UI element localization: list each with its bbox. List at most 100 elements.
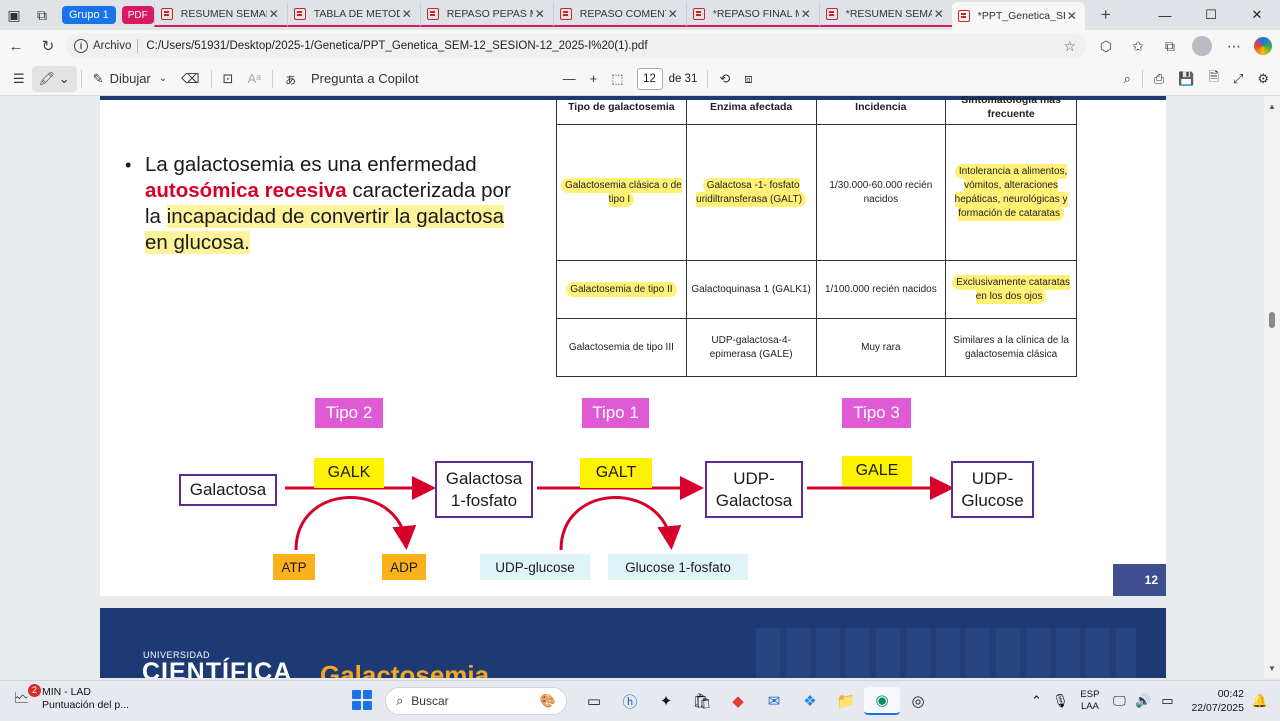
highlight-icon[interactable]: 🖍 ⌄: [31, 65, 77, 92]
maximize-icon[interactable]: ☐: [1188, 0, 1234, 30]
language-indicator[interactable]: ESP LAA: [1080, 689, 1099, 713]
rotate-icon[interactable]: ⟲: [712, 66, 737, 92]
copilot-icon[interactable]: [1254, 37, 1272, 55]
clock[interactable]: 00:42 22/07/2025: [1191, 687, 1244, 715]
date: 22/07/2025: [1191, 702, 1244, 714]
collections-icon[interactable]: ⧉: [1154, 38, 1186, 55]
tab-7-active[interactable]: *PPT_Genetica_SEM✕: [951, 2, 1085, 30]
tab-actions-icon[interactable]: ⧉: [28, 1, 56, 29]
tab-title: *REPASO FINAL M: [712, 8, 799, 20]
widget-icon: 🗠 2: [14, 684, 41, 710]
pdf-icon: [160, 8, 173, 20]
zoom-out-icon[interactable]: —: [556, 66, 583, 92]
page-number-input[interactable]: 12: [636, 67, 663, 90]
volume-icon[interactable]: 🔊: [1131, 693, 1155, 709]
chrome-icon[interactable]: ◎: [900, 687, 936, 715]
battery-icon[interactable]: ▭: [1155, 693, 1179, 709]
tab-4[interactable]: REPASO COMENTA✕: [552, 3, 686, 27]
scroll-down-icon[interactable]: ▼: [1264, 662, 1280, 676]
close-icon[interactable]: ✕: [666, 7, 680, 21]
system-tray: ⌃ 🎙 ESP LAA 🖵 🔊 ▭ 00:42 22/07/2025 🔔: [1024, 681, 1272, 721]
scroll-thumb[interactable]: [1269, 312, 1275, 328]
tab-6[interactable]: *RESUMEN SEMAN✕: [818, 3, 952, 27]
close-icon[interactable]: ✕: [400, 7, 414, 21]
widget-subtitle: Puntuación del p...: [42, 699, 129, 711]
news-widget[interactable]: 🗠 2 MIN - LAD Puntuación del p...: [14, 684, 129, 712]
network-icon[interactable]: 🖵: [1107, 693, 1131, 709]
tab-group-label[interactable]: Grupo 1: [62, 6, 116, 24]
outlook-icon[interactable]: ✉: [756, 687, 792, 715]
close-icon[interactable]: ✕: [799, 7, 813, 21]
close-icon[interactable]: ✕: [267, 7, 281, 21]
text-box-icon[interactable]: ⊡: [216, 66, 241, 92]
ask-copilot-button[interactable]: Pregunta a Copilot: [304, 66, 426, 92]
pdf-viewer[interactable]: • La galactosemia es una enfermedad auto…: [0, 96, 1264, 678]
tab-title: *RESUMEN SEMAN: [845, 8, 932, 20]
task-view-icon[interactable]: ▭: [576, 687, 612, 715]
cofactor-arrow: [559, 496, 682, 551]
info-icon[interactable]: i: [74, 39, 88, 53]
print-icon[interactable]: ⎙: [1147, 66, 1171, 92]
file-explorer-icon[interactable]: 📁: [828, 687, 864, 715]
read-aloud-icon[interactable]: ぁ: [277, 66, 304, 92]
chevron-up-icon[interactable]: ⌃: [1024, 693, 1048, 709]
pathway-arrows: [285, 476, 954, 551]
minimize-icon[interactable]: —: [1142, 0, 1188, 30]
close-icon[interactable]: ✕: [932, 7, 946, 21]
favorites-icon[interactable]: ✩: [1122, 38, 1154, 55]
vertical-scrollbar[interactable]: ▲ ▼: [1264, 96, 1280, 678]
microphone-icon[interactable]: 🎙: [1048, 693, 1072, 709]
pdf-icon: [957, 10, 970, 22]
tab-2[interactable]: TABLA DE METODOS✕: [286, 3, 420, 27]
divider: [80, 69, 82, 88]
hp-app-icon[interactable]: ⓗ: [612, 687, 648, 715]
draw-button[interactable]: ✎ Dibujar ⌄: [86, 66, 174, 92]
favorite-star-icon[interactable]: ☆: [1063, 38, 1076, 55]
settings-icon[interactable]: ⚙: [1250, 66, 1276, 92]
contents-icon[interactable]: ☰: [6, 66, 32, 92]
profile-avatar[interactable]: [1192, 36, 1212, 56]
url-field[interactable]: i Archivo C:/Users/51931/Desktop/2025-1/…: [66, 33, 1086, 59]
extensions-icon[interactable]: ⬡: [1090, 38, 1122, 55]
save-as-icon[interactable]: 🗎: [1201, 66, 1225, 92]
zoom-in-icon[interactable]: +: [583, 66, 605, 92]
pdf-page: • La galactosemia es una enfermedad auto…: [100, 96, 1166, 596]
workspaces-icon[interactable]: ▣: [0, 1, 28, 29]
tab-5[interactable]: *REPASO FINAL M ✕: [685, 3, 819, 27]
copilot-app-icon[interactable]: ✦: [648, 687, 684, 715]
back-icon[interactable]: ←: [0, 38, 32, 55]
divider: [210, 69, 212, 88]
tab-title: REPASO COMENTA: [579, 8, 666, 20]
scroll-up-icon[interactable]: ▲: [1264, 100, 1280, 114]
tab-3[interactable]: REPASO PEPAS MT✕: [419, 3, 553, 27]
text-format-icon[interactable]: Aᵃ: [240, 66, 268, 92]
cofactor-udp-glucose: UDP-glucose: [480, 554, 590, 580]
tab-group-pdf-label[interactable]: PDF: [121, 6, 154, 24]
url-text[interactable]: C:/Users/51931/Desktop/2025-1/Genetica/P…: [146, 40, 647, 52]
page-view-icon[interactable]: ⧈: [737, 66, 759, 92]
dropbox-icon[interactable]: ❖: [792, 687, 828, 715]
refresh-icon[interactable]: ↻: [32, 37, 64, 55]
notifications-icon[interactable]: 🔔: [1248, 693, 1272, 709]
cofactor-adp: ADP: [382, 554, 426, 580]
enzyme-gale: GALE: [842, 456, 912, 486]
close-icon[interactable]: ✕: [1065, 9, 1079, 23]
tab-1[interactable]: RESUMEN SEMANA✕: [153, 3, 287, 27]
pdf-icon: [293, 8, 306, 20]
metabolite-udp-glucose: UDP-Glucose: [951, 461, 1034, 518]
start-button[interactable]: [352, 690, 372, 710]
close-icon[interactable]: ✕: [533, 7, 547, 21]
save-icon[interactable]: 💾: [1171, 66, 1201, 92]
eraser-icon[interactable]: ⌫: [174, 66, 206, 92]
new-tab-button[interactable]: +: [1093, 5, 1119, 25]
app-red-icon[interactable]: ◆: [720, 687, 756, 715]
fullscreen-icon[interactable]: ⤢: [1226, 66, 1250, 92]
search-icon[interactable]: ⌕: [1117, 66, 1138, 92]
taskbar-search-input[interactable]: ⌕ Buscar 🎨: [385, 687, 567, 715]
close-window-icon[interactable]: ✕: [1234, 0, 1280, 30]
fit-page-icon[interactable]: ⬚: [604, 66, 630, 92]
more-options-icon[interactable]: ⋯: [1218, 38, 1250, 55]
edge-icon[interactable]: ◉: [864, 687, 900, 715]
store-icon[interactable]: 🛍: [684, 687, 720, 715]
pdf-icon: [426, 8, 439, 20]
